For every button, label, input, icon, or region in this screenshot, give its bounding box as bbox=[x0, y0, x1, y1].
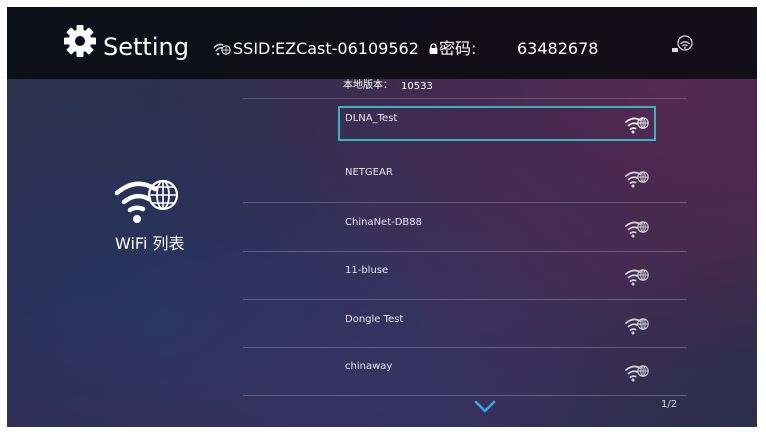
wifi-item-selected[interactable]: DLNA_Test bbox=[338, 106, 656, 141]
wifi-name: 11-bluse bbox=[345, 265, 389, 276]
wifi-globe-signal-icon bbox=[625, 269, 649, 286]
wifi-item[interactable]: ChinaNet-DB88 bbox=[338, 210, 656, 245]
wifi-globe-signal-icon bbox=[625, 365, 649, 382]
wifi-item[interactable]: chinaway bbox=[338, 354, 656, 389]
wifi-globe-signal-icon bbox=[625, 117, 649, 134]
wifi-item[interactable]: 11-bluse bbox=[338, 258, 656, 293]
wifi-list: DLNA_Test NETGEAR ChinaNet-DB88 11-bluse… bbox=[7, 7, 757, 427]
wifi-name: NETGEAR bbox=[345, 167, 393, 178]
wifi-name: ChinaNet-DB88 bbox=[345, 217, 423, 228]
wifi-name: DLNA_Test bbox=[345, 113, 398, 124]
chevron-down-icon[interactable] bbox=[474, 399, 496, 415]
divider bbox=[243, 347, 687, 348]
divider bbox=[243, 251, 687, 252]
wifi-name: Dongle Test bbox=[345, 314, 404, 325]
page-indicator: 1/2 bbox=[661, 399, 678, 410]
wifi-globe-signal-icon bbox=[625, 171, 649, 188]
divider bbox=[243, 202, 687, 203]
settings-screen: Setting SSID: EZCast-06109562 密码: 634826… bbox=[7, 7, 757, 427]
wifi-globe-signal-icon bbox=[625, 221, 649, 238]
divider bbox=[243, 395, 687, 396]
divider bbox=[243, 299, 687, 300]
wifi-item[interactable]: Dongle Test bbox=[338, 307, 656, 342]
wifi-name: chinaway bbox=[345, 361, 393, 372]
wifi-globe-signal-icon bbox=[625, 318, 649, 335]
wifi-item[interactable]: NETGEAR bbox=[338, 160, 656, 195]
